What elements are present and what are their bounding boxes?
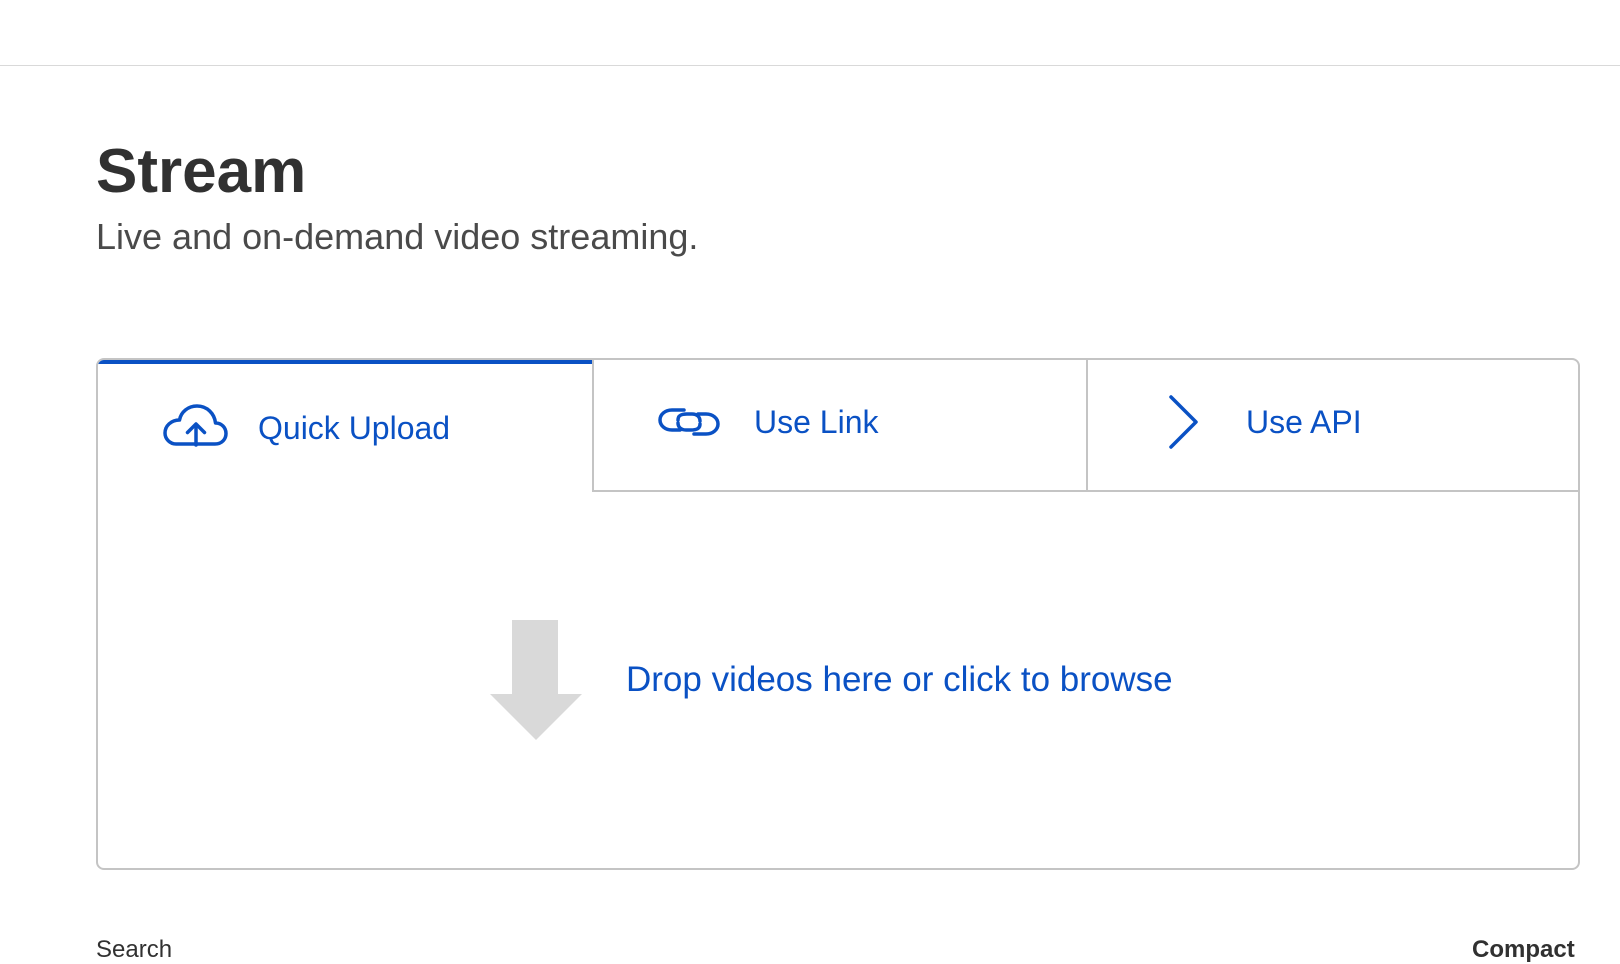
upload-card: Quick Upload Use Link Use API Drop video… xyxy=(96,358,1580,870)
tab-use-link[interactable]: Use Link xyxy=(592,360,1086,492)
tab-use-api[interactable]: Use API xyxy=(1086,360,1578,492)
tab-quick-upload-label: Quick Upload xyxy=(258,410,451,446)
link-icon xyxy=(656,360,722,488)
tab-quick-upload[interactable]: Quick Upload xyxy=(98,360,592,492)
dropzone-text[interactable]: Drop videos here or click to browse xyxy=(626,658,1173,702)
search-label: Search xyxy=(96,936,173,963)
tab-use-api-label: Use API xyxy=(1246,404,1362,440)
page-subtitle: Live and on-demand video streaming. xyxy=(96,216,699,257)
chevron-right-icon xyxy=(1166,360,1202,488)
cloud-upload-icon xyxy=(162,360,228,492)
tab-use-link-label: Use Link xyxy=(754,404,879,440)
view-mode-label[interactable]: Compact xyxy=(1472,936,1575,964)
top-bar xyxy=(0,0,1620,66)
page-title: Stream xyxy=(96,137,307,206)
down-arrow-icon xyxy=(490,620,582,745)
